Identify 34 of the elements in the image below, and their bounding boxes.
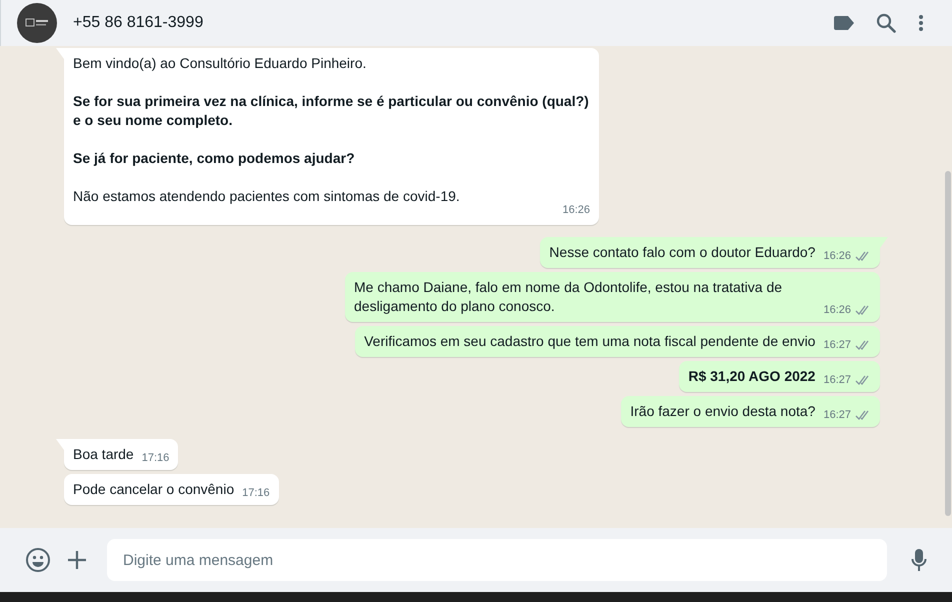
message-time: 16:27 — [823, 338, 851, 353]
emoji-icon[interactable] — [25, 547, 51, 573]
menu-icon[interactable] — [918, 14, 924, 32]
message-text: R$ 31,20 AGO 2022 — [688, 366, 816, 386]
message-text: Boa tarde — [73, 444, 134, 464]
double-check-icon — [855, 304, 871, 316]
microphone-icon[interactable] — [911, 548, 927, 572]
contact-name[interactable]: +55 86 8161-3999 — [73, 11, 204, 35]
double-check-icon — [855, 410, 871, 421]
plus-icon[interactable] — [67, 550, 87, 570]
message-text: Verificamos em seu cadastro que tem uma nota fiscal pendente de envio — [364, 332, 816, 350]
message-text: Bem vindo(a) ao Consultório Eduardo Pinheiro. — [73, 54, 368, 73]
message-time: 16:27 — [823, 373, 851, 388]
message-time: 16:26 — [562, 203, 590, 218]
double-check-icon — [855, 250, 871, 262]
double-check-icon — [855, 340, 871, 351]
label-icon[interactable] — [834, 16, 854, 30]
message-input[interactable]: Digite uma mensagem — [107, 539, 887, 581]
scrollbar-thumb[interactable] — [945, 171, 951, 516]
message-time: 16:26 — [823, 303, 851, 318]
avatar-icon[interactable] — [17, 3, 57, 43]
message-text: Não estamos atendendo pacientes com sintomas de covid-19. — [73, 187, 461, 206]
message-text: Irão fazer o envio desta nota? — [630, 402, 816, 420]
message-text: Me chamo Daiane, falo em nome da Odontolife, estou na tratativa de desligamento do plano conosco. — [354, 278, 784, 316]
message-text: Se já for paciente, como podemos ajudar? — [73, 149, 356, 168]
search-icon[interactable] — [876, 13, 896, 33]
message-time: 16:27 — [823, 408, 851, 423]
message-text: Nesse contato falo com o doutor Eduardo? — [549, 242, 816, 262]
message-text: Se for sua primeira vez na clínica, informe se é particular ou convênio (qual?) e o seu nome completo. — [73, 92, 590, 130]
message-time: 17:16 — [242, 486, 270, 501]
message-text: Pode cancelar o convênio — [73, 480, 234, 498]
message-time: 17:16 — [142, 451, 170, 466]
message-time: 16:26 — [823, 249, 851, 264]
double-check-icon — [855, 374, 871, 386]
